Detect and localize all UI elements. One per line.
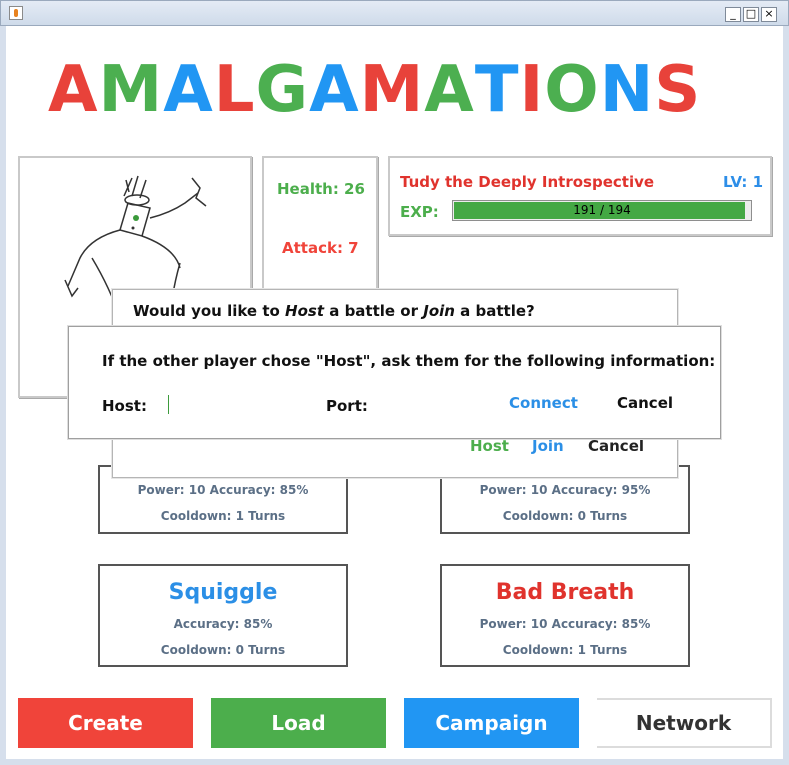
amalgamations-logo: AMALGAMATIONS: [48, 56, 748, 124]
connect-cancel-button[interactable]: Cancel: [617, 394, 673, 412]
logo-letter: N: [599, 53, 655, 127]
character-name: Tudy the Deeply Introspective: [400, 173, 655, 191]
exp-label: EXP:: [400, 203, 439, 221]
attack-stat: Attack: 7: [282, 239, 359, 257]
move-4-cooldown: Cooldown: 1 Turns: [502, 643, 628, 657]
java-app-icon: [9, 6, 23, 20]
logo-letter: A: [424, 53, 475, 127]
campaign-button[interactable]: Campaign: [404, 698, 579, 748]
join-battle-button[interactable]: Join: [532, 437, 564, 455]
exp-progress-text: 191 / 194: [573, 203, 631, 217]
battle-question: Would you like to Host a battle or Join …: [133, 302, 535, 320]
connect-message: If the other player chose "Host", ask th…: [102, 352, 716, 370]
move-card-bad-breath[interactable]: Bad Breath Power: 10 Accuracy: 85% Coold…: [440, 564, 690, 667]
logo-letter: M: [359, 53, 425, 127]
minimize-button[interactable]: _: [725, 7, 741, 22]
battle-cancel-button[interactable]: Cancel: [588, 437, 644, 455]
logo-letter: M: [98, 53, 164, 127]
logo-letter: I: [519, 53, 545, 127]
connect-button[interactable]: Connect: [509, 394, 578, 412]
move-3-stats: Accuracy: 85%: [173, 617, 273, 631]
move-4-title: Bad Breath: [495, 580, 635, 605]
question-host-word: Host: [285, 302, 324, 320]
question-prefix: Would you like to: [133, 302, 286, 320]
host-input-caret: [168, 395, 169, 414]
question-middle: a battle or: [324, 302, 424, 320]
logo-letter: A: [309, 53, 360, 127]
logo-letter: A: [163, 53, 214, 127]
move-2-stats: Power: 10 Accuracy: 95%: [479, 483, 651, 497]
load-button[interactable]: Load: [211, 698, 386, 748]
port-input[interactable]: [374, 397, 484, 415]
window-titlebar: _ □ ×: [0, 0, 789, 26]
connect-dialog: [68, 326, 721, 439]
move-1-stats: Power: 10 Accuracy: 85%: [137, 483, 309, 497]
exp-progress-bar: 191 / 194: [452, 200, 752, 221]
logo-letter: G: [255, 53, 310, 127]
host-input[interactable]: [172, 397, 312, 415]
move-3-title: Squiggle: [168, 580, 278, 605]
host-label: Host:: [102, 397, 147, 415]
move-4-stats: Power: 10 Accuracy: 85%: [479, 617, 651, 631]
create-button[interactable]: Create: [18, 698, 193, 748]
logo-letter: T: [474, 53, 520, 127]
logo-letter: O: [544, 53, 600, 127]
character-info-panel: [388, 156, 772, 236]
question-suffix: a battle?: [454, 302, 535, 320]
close-button[interactable]: ×: [761, 7, 777, 22]
level-label: LV: 1: [723, 173, 764, 191]
logo-letter: S: [654, 53, 702, 127]
move-3-cooldown: Cooldown: 0 Turns: [160, 643, 286, 657]
logo-letter: L: [213, 53, 256, 127]
move-2-cooldown: Cooldown: 0 Turns: [502, 509, 628, 523]
port-label: Port:: [326, 397, 368, 415]
health-stat: Health: 26: [277, 180, 365, 198]
network-button[interactable]: Network: [597, 698, 772, 748]
move-1-cooldown: Cooldown: 1 Turns: [160, 509, 286, 523]
maximize-button[interactable]: □: [743, 7, 759, 22]
question-join-word: Join: [423, 302, 455, 320]
logo-letter: A: [48, 53, 99, 127]
host-battle-button[interactable]: Host: [470, 437, 509, 455]
move-card-squiggle[interactable]: Squiggle Accuracy: 85% Cooldown: 0 Turns: [98, 564, 348, 667]
